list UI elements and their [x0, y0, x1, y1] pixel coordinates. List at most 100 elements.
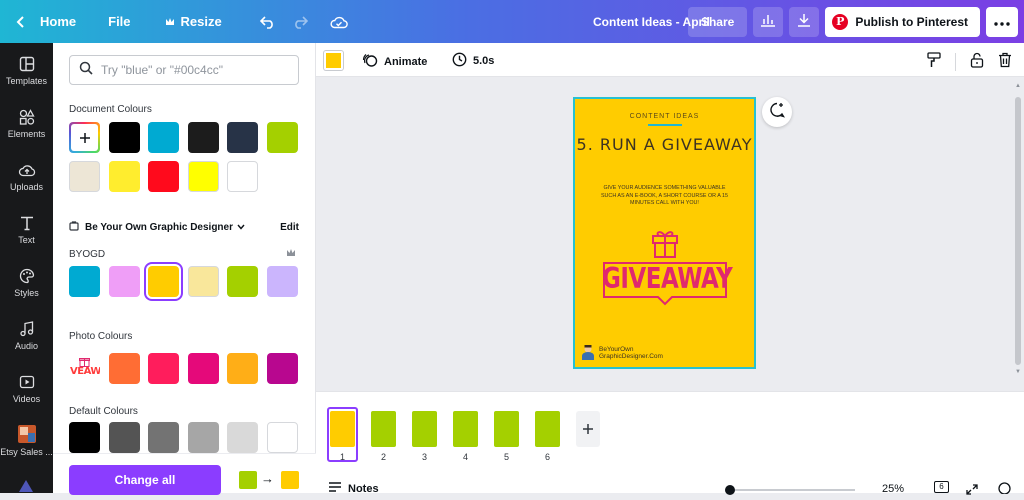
title-underline[interactable] [648, 124, 682, 126]
nav-label: Videos [12, 394, 41, 404]
add-colour-button[interactable] [69, 122, 100, 153]
colour-swatch[interactable] [266, 422, 298, 453]
audio-icon [19, 321, 35, 337]
help-icon[interactable] [998, 481, 1011, 499]
colour-swatch[interactable] [187, 122, 219, 153]
colour-swatch[interactable] [227, 422, 258, 453]
photo-thumb-text: VEAW [70, 366, 100, 377]
undo-button[interactable] [252, 7, 284, 37]
redo-button[interactable] [284, 7, 316, 37]
nav-item-text[interactable]: Text [0, 215, 53, 245]
colour-swatch[interactable] [266, 353, 298, 384]
colour-swatch[interactable] [187, 422, 219, 453]
footer-line-2: GraphicDesigner.Com [599, 353, 663, 360]
notes-button[interactable]: Notes [328, 482, 379, 495]
change-all-button[interactable]: Change all [69, 465, 221, 495]
trash-icon[interactable] [998, 52, 1012, 71]
page-thumbnail[interactable] [494, 411, 519, 447]
colour-swatch[interactable] [108, 161, 140, 192]
page-thumbnail[interactable] [412, 411, 437, 447]
page-thumbnail[interactable] [535, 411, 560, 447]
colour-swatch[interactable] [148, 266, 179, 297]
page-number: 6 [544, 452, 550, 462]
nav-item-etsy-sales[interactable]: Etsy Sales ... [0, 425, 53, 457]
page-small-title[interactable]: CONTENT IDEAS [575, 113, 754, 120]
fullscreen-icon[interactable] [966, 482, 978, 500]
page-thumbnail[interactable] [453, 411, 478, 447]
gift-icon[interactable] [649, 227, 681, 264]
page-thumbnail[interactable] [371, 411, 396, 447]
nav-item-elements[interactable]: Elements [0, 109, 53, 139]
colour-swatch[interactable] [187, 353, 219, 384]
design-page[interactable]: CONTENT IDEAS 5. RUN A GIVEAWAY GIVE YOU… [573, 97, 756, 369]
nav-item-styles[interactable]: Styles [0, 268, 53, 298]
colour-swatch[interactable] [266, 122, 298, 153]
page-count-button[interactable]: 6 [934, 481, 949, 493]
colour-swatch[interactable] [108, 266, 140, 297]
more-options-button[interactable] [986, 6, 1018, 37]
duration-button[interactable]: 5.0s [452, 52, 494, 70]
page-thumbnail[interactable] [330, 411, 355, 447]
more-apps-icon[interactable] [18, 479, 34, 493]
colour-swatch[interactable] [148, 122, 179, 153]
zoom-slider-track[interactable] [735, 489, 855, 491]
colour-search-box[interactable] [69, 55, 299, 85]
share-button[interactable]: Share [687, 6, 748, 37]
resize-button[interactable]: Resize [157, 7, 230, 37]
nav-item-templates[interactable]: Templates [0, 56, 53, 86]
giveaway-badge[interactable]: GIVEAWAY [602, 261, 733, 306]
home-label: Home [40, 14, 77, 29]
colour-swatch[interactable] [108, 422, 140, 453]
zoom-slider-handle[interactable] [725, 485, 735, 495]
search-icon [79, 61, 93, 80]
brand-kit-selector[interactable]: Be Your Own Graphic Designer Edit [69, 219, 299, 235]
animate-label: Animate [384, 55, 428, 68]
home-button[interactable]: Home [8, 7, 84, 37]
insights-button[interactable] [753, 6, 784, 37]
colour-swatch[interactable] [69, 161, 100, 192]
add-comment-button[interactable] [762, 97, 792, 127]
page-count: 6 [939, 482, 944, 491]
nav-item-videos[interactable]: Videos [0, 374, 53, 404]
colour-swatch[interactable] [227, 122, 258, 153]
document-colours-title: Document Colours [69, 104, 152, 115]
colour-swatch[interactable] [227, 353, 258, 384]
brand-palette-title: BYOGD [69, 249, 106, 260]
colour-swatch[interactable] [69, 266, 100, 297]
nav-item-audio[interactable]: Audio [0, 321, 53, 351]
publish-to-pinterest-button[interactable]: P Publish to Pinterest [825, 6, 980, 37]
download-icon [797, 13, 811, 30]
colour-swatch[interactable] [108, 122, 140, 153]
colour-swatch[interactable] [266, 266, 298, 297]
colour-swatch[interactable] [187, 266, 219, 297]
save-status-button[interactable] [322, 7, 356, 37]
colour-swatch[interactable] [69, 422, 100, 453]
page-footer[interactable]: BeYourOwn GraphicDesigner.Com [581, 344, 663, 362]
colour-search-input[interactable] [101, 63, 281, 77]
colour-swatch[interactable] [187, 161, 219, 192]
edit-brand-kit-link[interactable]: Edit [280, 222, 299, 233]
nav-item-uploads[interactable]: Uploads [0, 162, 53, 192]
colour-swatch[interactable] [227, 161, 258, 192]
text-colour-button[interactable] [324, 51, 343, 70]
download-button[interactable] [789, 6, 820, 37]
animate-button[interactable]: Animate [362, 52, 427, 71]
colour-swatch[interactable] [148, 353, 179, 384]
zoom-level[interactable]: 25% [882, 483, 904, 495]
scrollbar-thumb[interactable] [1015, 97, 1021, 365]
add-page-button[interactable] [576, 411, 600, 447]
footer-line-1: BeYourOwn [599, 346, 634, 353]
bottom-bar: Notes 25% 6 [316, 480, 1024, 495]
colour-swatch[interactable] [148, 422, 179, 453]
colour-swatch[interactable] [227, 266, 258, 297]
vertical-scrollbar[interactable]: ▲ ▼ [1014, 83, 1022, 377]
copy-style-icon[interactable] [927, 52, 941, 71]
lock-icon[interactable] [970, 52, 984, 71]
page-body-text[interactable]: GIVE YOUR AUDIENCE SOMETHING VALUABLE SU… [597, 185, 732, 208]
templates-icon [19, 56, 35, 72]
file-menu[interactable]: File [100, 7, 138, 37]
editor-toolbar: Animate 5.0s [316, 43, 1024, 77]
colour-swatch[interactable] [108, 353, 140, 384]
page-heading[interactable]: 5. RUN A GIVEAWAY [575, 135, 754, 155]
colour-swatch[interactable] [148, 161, 179, 192]
